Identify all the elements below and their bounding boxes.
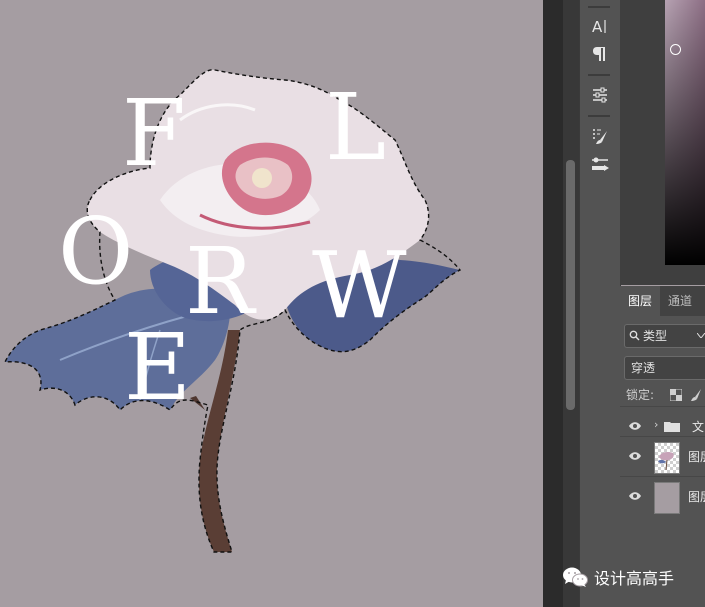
eye-icon[interactable] — [628, 449, 642, 463]
lock-label: 锁定: — [626, 388, 655, 402]
layers-panel: 图层 通道 类型 穿透 锁定: › 文 图层 图层 — [620, 286, 705, 607]
color-picker-ring[interactable] — [670, 44, 681, 55]
lock-transparent-pixels-icon[interactable] — [670, 389, 682, 401]
svg-text:A: A — [592, 18, 603, 35]
panel-dock: A — [579, 0, 621, 607]
letter-l: L — [325, 74, 387, 181]
color-field[interactable] — [665, 0, 705, 265]
chevron-right-icon[interactable]: › — [654, 418, 658, 431]
layer-filter-select[interactable]: 类型 — [624, 324, 705, 348]
tab-channels[interactable]: 通道 — [660, 286, 700, 316]
layer-thumbnail-solid — [654, 482, 680, 514]
filter-label: 类型 — [643, 329, 668, 343]
letter-o: O — [58, 198, 134, 305]
letter-r: R — [185, 228, 255, 335]
color-picker-panel[interactable] — [620, 0, 705, 285]
letter-w: W — [312, 232, 407, 339]
layer-row-background[interactable]: 图层 — [620, 476, 705, 517]
eye-icon[interactable] — [628, 419, 642, 433]
blend-mode-select[interactable]: 穿透 — [624, 356, 705, 380]
wechat-icon — [563, 567, 588, 587]
lock-row: 锁定: — [626, 386, 705, 406]
letter-f: F — [122, 80, 186, 187]
panel-tabs: 图层 通道 — [620, 286, 705, 316]
layer-name: 文 — [692, 420, 705, 434]
layer-row-flower[interactable]: 图层 — [620, 436, 705, 477]
layer-thumbnail-flower — [654, 442, 680, 474]
dock-separator — [588, 74, 610, 76]
brush-settings-icon[interactable] — [586, 123, 614, 149]
letter-e: E — [124, 314, 192, 421]
dock-separator — [588, 6, 610, 8]
lock-image-pixels-icon[interactable] — [690, 388, 702, 402]
search-icon — [629, 330, 640, 341]
dock-separator — [588, 115, 610, 117]
eye-icon[interactable] — [628, 489, 642, 503]
layer-name: 图层 — [688, 450, 705, 464]
paragraph-icon[interactable] — [586, 41, 614, 67]
adjustments-icon[interactable] — [586, 82, 614, 108]
chevron-down-icon — [697, 333, 705, 338]
tab-layers[interactable]: 图层 — [620, 286, 661, 316]
canvas-gutter — [543, 0, 563, 607]
character-icon[interactable]: A — [586, 13, 614, 39]
scrollbar-thumb[interactable] — [566, 160, 575, 410]
document-canvas[interactable]: F L O R W E — [0, 0, 543, 607]
blend-mode-label: 穿透 — [631, 361, 656, 375]
watermark: 设计高高手 — [562, 562, 674, 592]
folder-icon — [664, 422, 680, 432]
layer-name: 图层 — [688, 490, 705, 504]
tool-presets-icon[interactable] — [586, 151, 614, 177]
watermark-text: 设计高高手 — [594, 569, 675, 588]
